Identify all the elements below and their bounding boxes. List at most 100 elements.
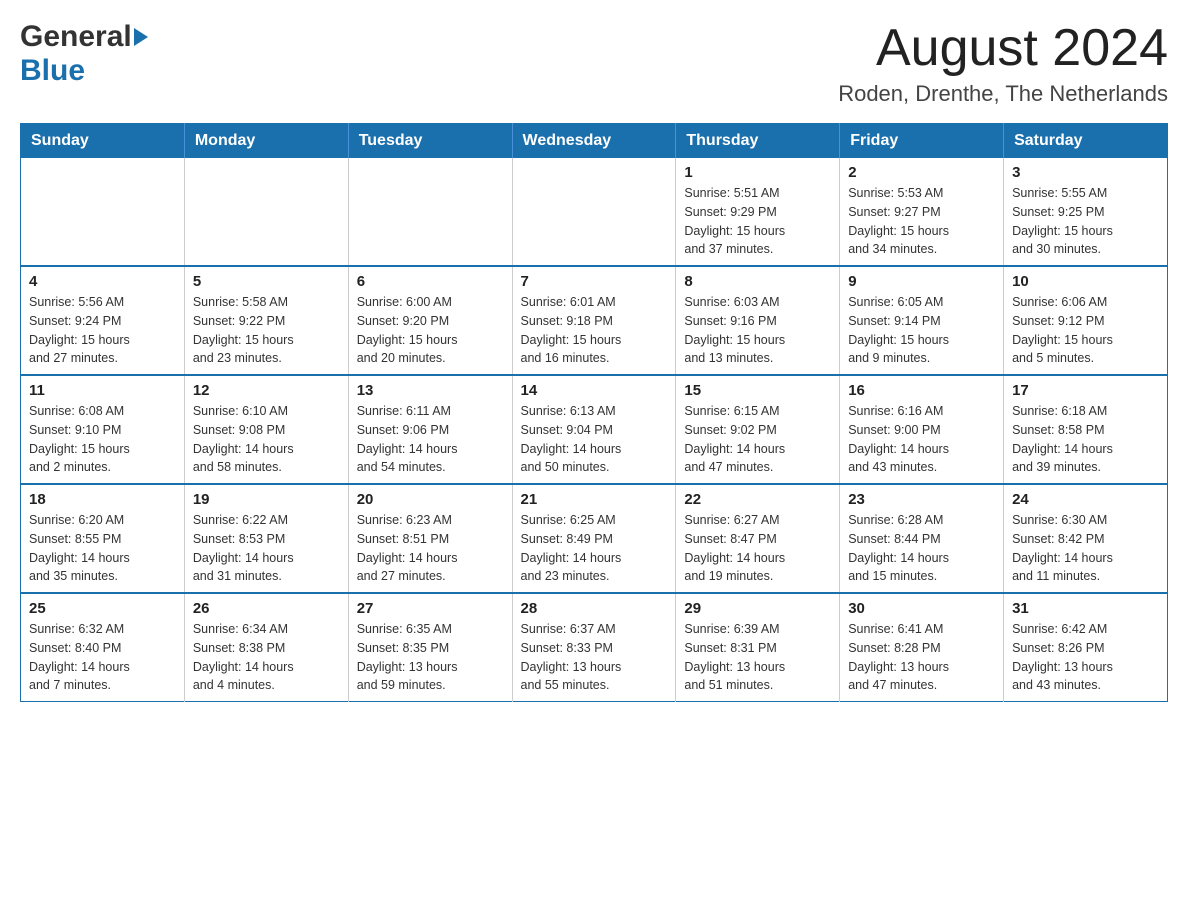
calendar-day-21: 21 Sunrise: 6:25 AM Sunset: 8:49 PM Dayli… <box>512 484 676 593</box>
day-header-thursday: Thursday <box>676 124 840 159</box>
day-number: 27 <box>357 600 504 617</box>
calendar-day-23: 23 Sunrise: 6:28 AM Sunset: 8:44 PM Dayli… <box>840 484 1004 593</box>
calendar-week-0: 1Sunrise: 5:51 AM Sunset: 9:29 PM Daylig… <box>21 158 1168 266</box>
day-header-monday: Monday <box>184 124 348 159</box>
calendar-day-16: 16 Sunrise: 6:16 AM Sunset: 9:00 PM Dayli… <box>840 375 1004 484</box>
day-info: Sunrise: 6:22 AM Sunset: 8:53 PM Dayligh… <box>193 511 340 586</box>
day-info: Sunrise: 6:27 AM Sunset: 8:47 PM Dayligh… <box>684 511 831 586</box>
day-info: Sunrise: 6:10 AM Sunset: 9:08 PM Dayligh… <box>193 402 340 477</box>
logo-arrow-icon <box>134 28 148 46</box>
day-number: 11 <box>29 382 176 399</box>
day-info: Sunrise: 6:13 AM Sunset: 9:04 PM Dayligh… <box>521 402 668 477</box>
day-info: Sunrise: 6:16 AM Sunset: 9:00 PM Dayligh… <box>848 402 995 477</box>
day-number: 2 <box>848 164 995 181</box>
calendar-day-13: 13Sunrise: 6:11 AM Sunset: 9:06 PM Dayli… <box>348 375 512 484</box>
calendar-day-5: 5Sunrise: 5:58 AM Sunset: 9:22 PM Daylig… <box>184 266 348 375</box>
day-number: 22 <box>684 491 831 508</box>
day-header-saturday: Saturday <box>1004 124 1168 159</box>
day-number: 28 <box>521 600 668 617</box>
day-number: 4 <box>29 273 176 290</box>
day-number: 14 <box>521 382 668 399</box>
calendar-day-7: 7Sunrise: 6:01 AM Sunset: 9:18 PM Daylig… <box>512 266 676 375</box>
calendar-day-19: 19 Sunrise: 6:22 AM Sunset: 8:53 PM Dayli… <box>184 484 348 593</box>
calendar-day-8: 8 Sunrise: 6:03 AM Sunset: 9:16 PM Daylig… <box>676 266 840 375</box>
day-info: Sunrise: 5:56 AM Sunset: 9:24 PM Dayligh… <box>29 293 176 368</box>
calendar-day-27: 27 Sunrise: 6:35 AM Sunset: 8:35 PM Dayli… <box>348 593 512 702</box>
day-info: Sunrise: 6:39 AM Sunset: 8:31 PM Dayligh… <box>684 620 831 695</box>
day-number: 20 <box>357 491 504 508</box>
calendar-header-row: SundayMondayTuesdayWednesdayThursdayFrid… <box>21 124 1168 159</box>
day-number: 13 <box>357 382 504 399</box>
day-number: 6 <box>357 273 504 290</box>
day-info: Sunrise: 6:25 AM Sunset: 8:49 PM Dayligh… <box>521 511 668 586</box>
day-info: Sunrise: 6:34 AM Sunset: 8:38 PM Dayligh… <box>193 620 340 695</box>
calendar-day-22: 22 Sunrise: 6:27 AM Sunset: 8:47 PM Dayli… <box>676 484 840 593</box>
calendar-day-11: 11 Sunrise: 6:08 AM Sunset: 9:10 PM Dayli… <box>21 375 185 484</box>
calendar-day-24: 24 Sunrise: 6:30 AM Sunset: 8:42 PM Dayli… <box>1004 484 1168 593</box>
calendar-week-4: 25Sunrise: 6:32 AM Sunset: 8:40 PM Dayli… <box>21 593 1168 702</box>
day-number: 16 <box>848 382 995 399</box>
day-number: 5 <box>193 273 340 290</box>
calendar-day-9: 9 Sunrise: 6:05 AM Sunset: 9:14 PM Daylig… <box>840 266 1004 375</box>
calendar-day-26: 26 Sunrise: 6:34 AM Sunset: 8:38 PM Dayli… <box>184 593 348 702</box>
calendar-day-17: 17Sunrise: 6:18 AM Sunset: 8:58 PM Dayli… <box>1004 375 1168 484</box>
day-info: Sunrise: 6:15 AM Sunset: 9:02 PM Dayligh… <box>684 402 831 477</box>
day-info: Sunrise: 6:42 AM Sunset: 8:26 PM Dayligh… <box>1012 620 1159 695</box>
calendar-day-18: 18 Sunrise: 6:20 AM Sunset: 8:55 PM Dayli… <box>21 484 185 593</box>
calendar-week-1: 4 Sunrise: 5:56 AM Sunset: 9:24 PM Daylig… <box>21 266 1168 375</box>
page-header: General Blue August 2024 Roden, Drenthe,… <box>20 20 1168 107</box>
calendar-day-30: 30Sunrise: 6:41 AM Sunset: 8:28 PM Dayli… <box>840 593 1004 702</box>
calendar-day-12: 12 Sunrise: 6:10 AM Sunset: 9:08 PM Dayli… <box>184 375 348 484</box>
calendar-day-6: 6 Sunrise: 6:00 AM Sunset: 9:20 PM Daylig… <box>348 266 512 375</box>
day-number: 18 <box>29 491 176 508</box>
day-info: Sunrise: 6:03 AM Sunset: 9:16 PM Dayligh… <box>684 293 831 368</box>
day-info: Sunrise: 6:20 AM Sunset: 8:55 PM Dayligh… <box>29 511 176 586</box>
logo-general: General <box>20 20 132 54</box>
calendar-day-10: 10Sunrise: 6:06 AM Sunset: 9:12 PM Dayli… <box>1004 266 1168 375</box>
logo-blue: Blue <box>20 54 85 87</box>
day-number: 19 <box>193 491 340 508</box>
day-number: 31 <box>1012 600 1159 617</box>
day-header-sunday: Sunday <box>21 124 185 159</box>
day-number: 23 <box>848 491 995 508</box>
day-info: Sunrise: 6:18 AM Sunset: 8:58 PM Dayligh… <box>1012 402 1159 477</box>
day-number: 7 <box>521 273 668 290</box>
day-number: 29 <box>684 600 831 617</box>
calendar-day-28: 28 Sunrise: 6:37 AM Sunset: 8:33 PM Dayli… <box>512 593 676 702</box>
day-header-friday: Friday <box>840 124 1004 159</box>
day-number: 25 <box>29 600 176 617</box>
day-number: 24 <box>1012 491 1159 508</box>
day-header-tuesday: Tuesday <box>348 124 512 159</box>
day-info: Sunrise: 6:06 AM Sunset: 9:12 PM Dayligh… <box>1012 293 1159 368</box>
calendar-empty-cell <box>184 158 348 266</box>
day-info: Sunrise: 6:00 AM Sunset: 9:20 PM Dayligh… <box>357 293 504 368</box>
day-info: Sunrise: 6:35 AM Sunset: 8:35 PM Dayligh… <box>357 620 504 695</box>
day-info: Sunrise: 6:30 AM Sunset: 8:42 PM Dayligh… <box>1012 511 1159 586</box>
calendar-day-3: 3Sunrise: 5:55 AM Sunset: 9:25 PM Daylig… <box>1004 158 1168 266</box>
day-number: 26 <box>193 600 340 617</box>
day-info: Sunrise: 5:53 AM Sunset: 9:27 PM Dayligh… <box>848 184 995 259</box>
day-info: Sunrise: 6:37 AM Sunset: 8:33 PM Dayligh… <box>521 620 668 695</box>
day-header-wednesday: Wednesday <box>512 124 676 159</box>
calendar-week-2: 11 Sunrise: 6:08 AM Sunset: 9:10 PM Dayli… <box>21 375 1168 484</box>
calendar-empty-cell <box>21 158 185 266</box>
day-info: Sunrise: 6:28 AM Sunset: 8:44 PM Dayligh… <box>848 511 995 586</box>
day-info: Sunrise: 5:55 AM Sunset: 9:25 PM Dayligh… <box>1012 184 1159 259</box>
title-section: August 2024 Roden, Drenthe, The Netherla… <box>838 20 1168 107</box>
location: Roden, Drenthe, The Netherlands <box>838 81 1168 107</box>
day-number: 8 <box>684 273 831 290</box>
day-number: 21 <box>521 491 668 508</box>
day-info: Sunrise: 6:08 AM Sunset: 9:10 PM Dayligh… <box>29 402 176 477</box>
day-number: 1 <box>684 164 831 181</box>
calendar-day-2: 2 Sunrise: 5:53 AM Sunset: 9:27 PM Daylig… <box>840 158 1004 266</box>
day-number: 9 <box>848 273 995 290</box>
day-number: 12 <box>193 382 340 399</box>
calendar-table: SundayMondayTuesdayWednesdayThursdayFrid… <box>20 123 1168 702</box>
day-number: 15 <box>684 382 831 399</box>
day-info: Sunrise: 6:05 AM Sunset: 9:14 PM Dayligh… <box>848 293 995 368</box>
calendar-empty-cell <box>348 158 512 266</box>
month-title: August 2024 <box>838 20 1168 77</box>
calendar-day-15: 15 Sunrise: 6:15 AM Sunset: 9:02 PM Dayli… <box>676 375 840 484</box>
calendar-day-14: 14 Sunrise: 6:13 AM Sunset: 9:04 PM Dayli… <box>512 375 676 484</box>
day-info: Sunrise: 6:41 AM Sunset: 8:28 PM Dayligh… <box>848 620 995 695</box>
